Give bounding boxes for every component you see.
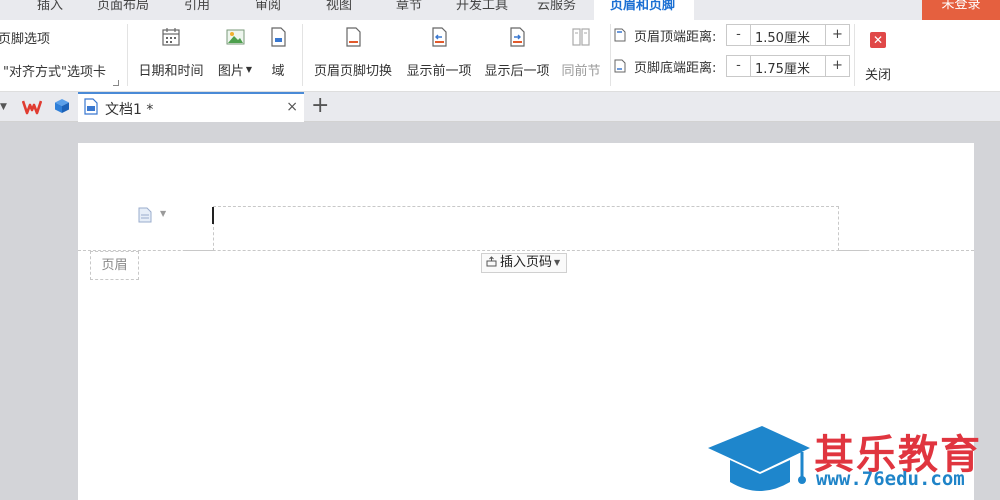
header-footer-switch-button[interactable]: 页眉页脚切换 <box>310 26 396 86</box>
show-previous-button[interactable]: 显示前一项 <box>404 26 474 86</box>
header-top-distance-value[interactable]: 1.50厘米 <box>755 27 810 46</box>
calendar-icon <box>162 28 180 46</box>
graduation-cap-logo <box>708 426 810 491</box>
header-margin-mark <box>839 250 869 251</box>
insert-page-number-button[interactable]: 插入页码 ▼ <box>481 253 568 273</box>
close-tab-icon[interactable]: × <box>286 99 298 115</box>
ribbon-divider <box>610 24 611 86</box>
insert-page-number-label: 插入页码 <box>500 255 553 270</box>
document-tab[interactable]: 文档1 * × <box>78 92 304 122</box>
close-label: 关闭 <box>864 68 891 83</box>
header-top-decrement-button[interactable]: - <box>727 25 751 45</box>
menu-tab-insert[interactable]: 插入 <box>37 0 69 20</box>
same-as-previous-label: 同前节 <box>561 64 601 79</box>
login-button[interactable]: 未登录 <box>922 0 1000 20</box>
footer-distance-icon <box>614 59 626 73</box>
menu-tab-view[interactable]: 视图 <box>326 0 358 20</box>
menu-tab-section[interactable]: 章节 <box>396 0 428 20</box>
field-button[interactable]: 域 <box>266 26 290 86</box>
close-icon: ✕ <box>870 32 886 48</box>
header-top-distance-spinner[interactable]: - 1.50厘米 + <box>726 24 850 46</box>
footer-options-button[interactable]: 页脚选项 <box>0 28 50 47</box>
show-previous-label: 显示前一项 <box>406 64 472 79</box>
field-icon <box>271 27 286 47</box>
menu-tab-page-layout[interactable]: 页面布局 <box>97 0 157 20</box>
same-as-previous-button[interactable]: 同前节 <box>560 26 602 86</box>
header-top-increment-button[interactable]: + <box>825 25 849 45</box>
picture-button[interactable]: 图片 ▼ <box>214 26 256 86</box>
footer-bottom-distance-spinner[interactable]: - 1.75厘米 + <box>726 55 850 77</box>
picture-label: 图片 ▼ <box>217 64 253 79</box>
document-tab-title: 文档1 * <box>105 102 154 118</box>
menu-tab-references[interactable]: 引用 <box>184 0 216 20</box>
header-page-icon[interactable] <box>138 207 152 223</box>
next-icon <box>510 27 525 47</box>
menu-tab-developer[interactable]: 开发工具 <box>456 0 516 20</box>
footer-bottom-decrement-button[interactable]: - <box>727 56 751 76</box>
menu-tab-header-footer[interactable]: 页眉和页脚 <box>594 0 694 20</box>
footer-bottom-increment-button[interactable]: + <box>825 56 849 76</box>
same-as-previous-icon <box>572 28 590 46</box>
show-next-button[interactable]: 显示后一项 <box>482 26 552 86</box>
insert-page-number-caret-icon: ▼ <box>554 258 561 267</box>
menu-tab-cloud[interactable]: 云服务 <box>537 0 583 20</box>
text-cursor <box>212 207 214 224</box>
header-options-caret-icon[interactable]: ▼ <box>160 209 166 218</box>
footer-bottom-distance-value[interactable]: 1.75厘米 <box>755 58 810 77</box>
close-header-footer-button[interactable]: ✕ 关闭 <box>860 26 896 86</box>
header-edit-area[interactable] <box>213 206 839 251</box>
switch-icon <box>346 27 361 47</box>
document-icon <box>84 98 98 115</box>
field-label: 域 <box>271 64 285 79</box>
dropdown-arrow-icon[interactable]: ▼ <box>0 102 7 112</box>
picture-icon <box>226 29 245 45</box>
site-watermark: 其乐教育 www.76edu.com <box>700 416 1000 500</box>
header-footer-switch-label: 页眉页脚切换 <box>313 64 392 79</box>
document-tab-strip: ▼ 文档1 * × + <box>0 92 1000 122</box>
group-expand-icon[interactable] <box>113 80 119 86</box>
align-tab-button[interactable]: "对齐方式"选项卡 <box>3 61 106 80</box>
wps-logo-icon[interactable] <box>22 98 42 116</box>
show-next-label: 显示后一项 <box>484 64 550 79</box>
menu-tab-review[interactable]: 审阅 <box>255 0 287 20</box>
header-top-distance-label: 页眉顶端距离: <box>634 30 717 45</box>
header-label: 页眉 <box>90 251 139 280</box>
date-time-button[interactable]: 日期和时间 <box>136 26 206 86</box>
ribbon-toolbar: 页脚选项 "对齐方式"选项卡 日期和时间 图片 ▼ 域 页眉页脚切换 显示前一项… <box>0 20 1000 92</box>
header-distance-icon <box>614 28 626 42</box>
watermark-url: www.76edu.com <box>816 468 965 490</box>
menu-bar: 插入 页面布局 引用 审阅 视图 章节 开发工具 云服务 页眉和页脚 未登录 <box>0 0 1000 20</box>
header-margin-mark <box>183 250 213 251</box>
ribbon-divider <box>854 24 855 86</box>
date-time-label: 日期和时间 <box>138 64 204 79</box>
new-tab-button[interactable]: + <box>311 93 329 119</box>
ribbon-divider <box>302 24 303 86</box>
cube-icon[interactable] <box>54 98 70 114</box>
page-number-icon <box>486 256 497 267</box>
footer-bottom-distance-label: 页脚底端距离: <box>634 61 717 76</box>
ribbon-divider <box>127 24 128 86</box>
previous-icon <box>432 27 447 47</box>
